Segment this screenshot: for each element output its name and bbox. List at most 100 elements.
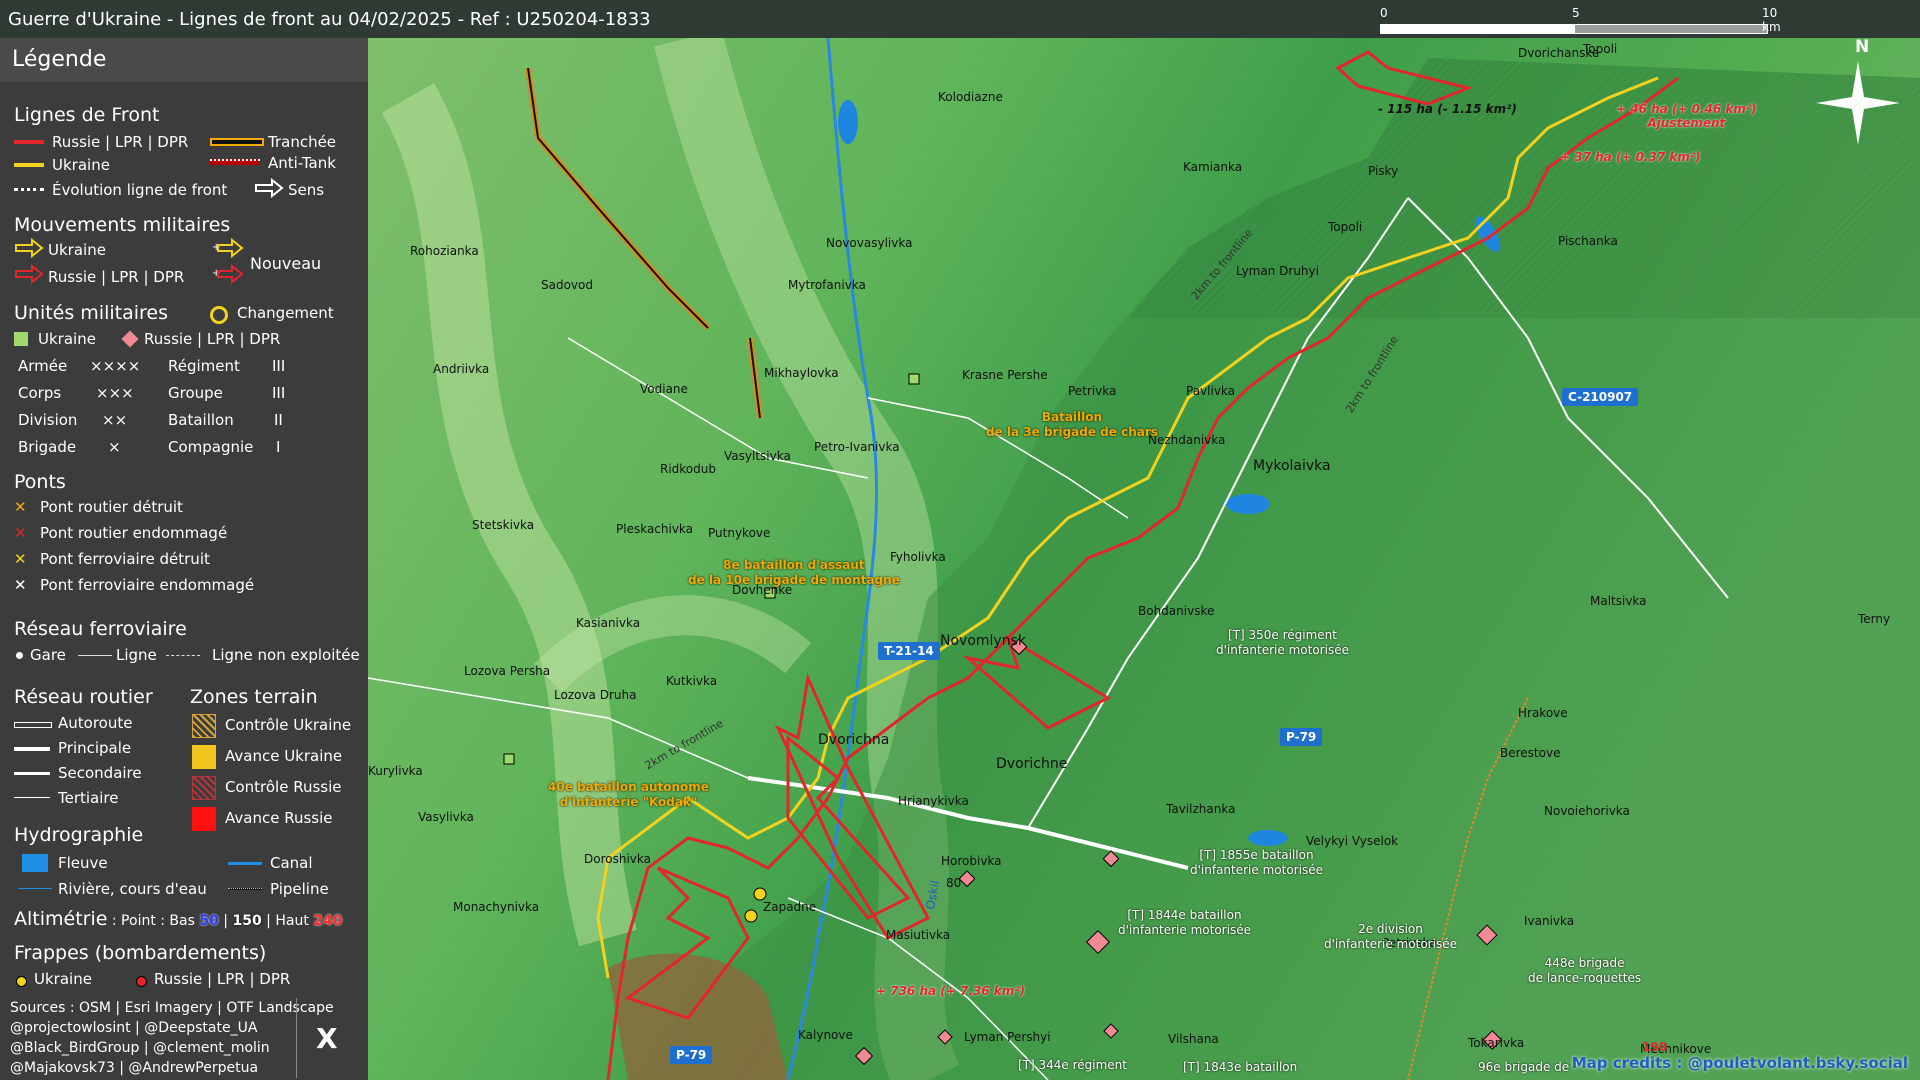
place-label: Novovasylivka bbox=[826, 236, 913, 250]
legend-strikes-russia: Russie | LPR | DPR bbox=[154, 970, 291, 988]
place-label: Kurylivka bbox=[368, 764, 423, 778]
change-circle-icon bbox=[210, 306, 228, 324]
place-label: Masiutivka bbox=[886, 928, 951, 942]
legend-front-russia-swatch bbox=[14, 140, 44, 144]
place-label: Pischanka bbox=[1558, 234, 1618, 248]
legend-rail-line: Ligne bbox=[116, 646, 157, 664]
place-label: Hrakove bbox=[1518, 706, 1568, 720]
legend-bridge-3: Pont ferroviaire détruit bbox=[40, 550, 210, 568]
legend-unit-corps-sym: ××× bbox=[96, 384, 134, 402]
legend-hydro-title: Hydrographie bbox=[14, 824, 144, 846]
legend-bridge-4: Pont ferroviaire endommagé bbox=[40, 576, 255, 594]
legend-moves-ukraine: Ukraine bbox=[48, 241, 106, 259]
legend-unit-group-sym: III bbox=[272, 384, 286, 402]
place-label: Sadovod bbox=[541, 278, 593, 292]
legend-rail-station: Gare bbox=[30, 646, 66, 664]
place-label: Topoli bbox=[1328, 220, 1363, 234]
legend-alt: Altimétrie : Point : Bas 50 | 150 | Haut… bbox=[14, 908, 343, 930]
x-logo-icon: X bbox=[316, 1022, 338, 1055]
unit-label: [T] 1843e bataillon bbox=[1183, 1060, 1298, 1074]
legend-unit-ukraine-swatch bbox=[14, 332, 28, 346]
place-label: Kolodiazne bbox=[938, 90, 1003, 104]
area-label-4: + 736 ha (+ 7.36 km²) bbox=[876, 984, 1026, 998]
unit-label: 2e division d'infanterie motorisée bbox=[1324, 922, 1457, 951]
road-motorway-swatch bbox=[14, 722, 52, 728]
map-area[interactable]: N Dvorichanske Kolodiazne Topoli Kamianka Pi… bbox=[368, 38, 1920, 1080]
place-label: Dvorichna bbox=[818, 732, 890, 748]
legend-header: Légende bbox=[0, 38, 368, 82]
place-label: Lozova Persha bbox=[464, 664, 551, 678]
legend-unit-company: Compagnie bbox=[168, 438, 254, 456]
hydro-canal-swatch bbox=[228, 862, 262, 865]
place-label: Maltsivka bbox=[1590, 594, 1647, 608]
place-label: Berestove bbox=[1500, 746, 1561, 760]
place-label: Ridkodub bbox=[660, 462, 716, 476]
unit-label: Bataillon de la 3e brigade de chars bbox=[986, 410, 1158, 439]
zone-control-russia-swatch bbox=[192, 776, 216, 800]
scale-bar: 0 5 10 km bbox=[1380, 6, 1781, 36]
place-label: Petro-Ivanivka bbox=[814, 440, 900, 454]
zone-control-ukraine-swatch bbox=[192, 714, 216, 738]
place-label: Terny bbox=[1858, 612, 1891, 626]
place-label: Kamianka bbox=[1183, 160, 1243, 174]
legend-road-1: Autoroute bbox=[58, 714, 133, 732]
place-label: Mytrofanivka bbox=[788, 278, 866, 292]
elevation-label: 80 bbox=[946, 876, 962, 890]
arrow-right-icon bbox=[255, 178, 284, 198]
legend-hydro-pipeline: Pipeline bbox=[270, 880, 329, 898]
place-label: Petrivka bbox=[1068, 384, 1117, 398]
legend-unit-company-sym: I bbox=[276, 438, 281, 456]
legend-rail-title: Réseau ferroviaire bbox=[14, 618, 187, 640]
place-label: Dvorichne bbox=[996, 756, 1068, 772]
legend-units-russia: Russie | LPR | DPR bbox=[144, 330, 281, 348]
unit-label: 96e brigade de bbox=[1478, 1060, 1570, 1074]
legend-moves-russia: Russie | LPR | DPR bbox=[48, 268, 185, 286]
bridge-rail-damaged-icon: ✕ bbox=[14, 576, 27, 594]
place-label: Doroshivka bbox=[584, 852, 651, 866]
legend-front-antitank: Anti-Tank bbox=[268, 154, 336, 172]
area-label-1: - 115 ha (- 1.15 km²) bbox=[1378, 102, 1517, 116]
scale-0: 0 bbox=[1380, 6, 1388, 20]
legend-unit-regiment-sym: III bbox=[272, 357, 286, 375]
area-label-3: + 37 ha (+ 0.37 km²) bbox=[1560, 150, 1701, 164]
place-label: Vodiane bbox=[640, 382, 688, 396]
legend-hydro-stream: Rivière, cours d'eau bbox=[58, 880, 207, 898]
road-shield-c210907: C-210907 bbox=[1562, 388, 1639, 406]
legend-hydro-river: Fleuve bbox=[58, 854, 108, 872]
place-label: Zapadne bbox=[763, 900, 817, 914]
legend-antitank-swatch bbox=[210, 159, 260, 165]
unit-label: 448e brigade de lance-roquettes bbox=[1528, 956, 1642, 985]
road-shield-p79-east: P-79 bbox=[1280, 728, 1323, 746]
arrow-new-ukraine-icon: + bbox=[212, 238, 244, 258]
elevation-label-high: 190 bbox=[1642, 1040, 1668, 1054]
place-label: Andriivka bbox=[433, 362, 490, 376]
place-label: Kasianivka bbox=[576, 616, 641, 630]
place-label: Hrianykivka bbox=[898, 794, 969, 808]
legend-front-direction: Sens bbox=[288, 181, 325, 199]
map-title: Guerre d'Ukraine - Lignes de front au 04… bbox=[8, 9, 651, 30]
place-label: Vasylivka bbox=[418, 810, 474, 824]
legend-strikes-title: Frappes (bombardements) bbox=[14, 942, 267, 964]
legend-roads-title: Réseau routier bbox=[14, 686, 153, 708]
place-label: Krasne Pershe bbox=[962, 368, 1048, 382]
arrow-russia-icon bbox=[15, 264, 44, 284]
legend-zone-2: Avance Ukraine bbox=[225, 747, 343, 765]
place-label: Mikhaylovka bbox=[764, 366, 839, 380]
legend-moves-new: Nouveau bbox=[250, 254, 322, 273]
legend-units-title: Unités militaires bbox=[14, 302, 169, 324]
legend-zones-title: Zones terrain bbox=[190, 686, 318, 708]
hydro-stream-swatch bbox=[18, 888, 52, 889]
place-label: Nezhdanivka bbox=[1148, 433, 1226, 447]
road-tertiary-swatch bbox=[14, 797, 50, 798]
legend-zone-3: Contrôle Russie bbox=[225, 778, 342, 796]
legend-unit-army: Armée bbox=[18, 357, 68, 375]
legend-front-evolution: Évolution ligne de front bbox=[52, 181, 228, 199]
legend-panel: Légende Lignes de Front Russie | LPR | D… bbox=[0, 38, 368, 1080]
sources-line-4: @Majakovsk73 | @AndrewPerpetua bbox=[10, 1060, 259, 1076]
zone-advance-ukraine-swatch bbox=[192, 745, 216, 769]
zone-advance-russia-swatch bbox=[192, 807, 216, 831]
place-label: Putnykove bbox=[708, 526, 771, 540]
rail-unused-swatch bbox=[166, 655, 200, 656]
place-label: Novomlynsk bbox=[940, 633, 1026, 649]
area-label-2: + 46 ha (+ 0.46 km²) Ajustement bbox=[1616, 102, 1757, 130]
